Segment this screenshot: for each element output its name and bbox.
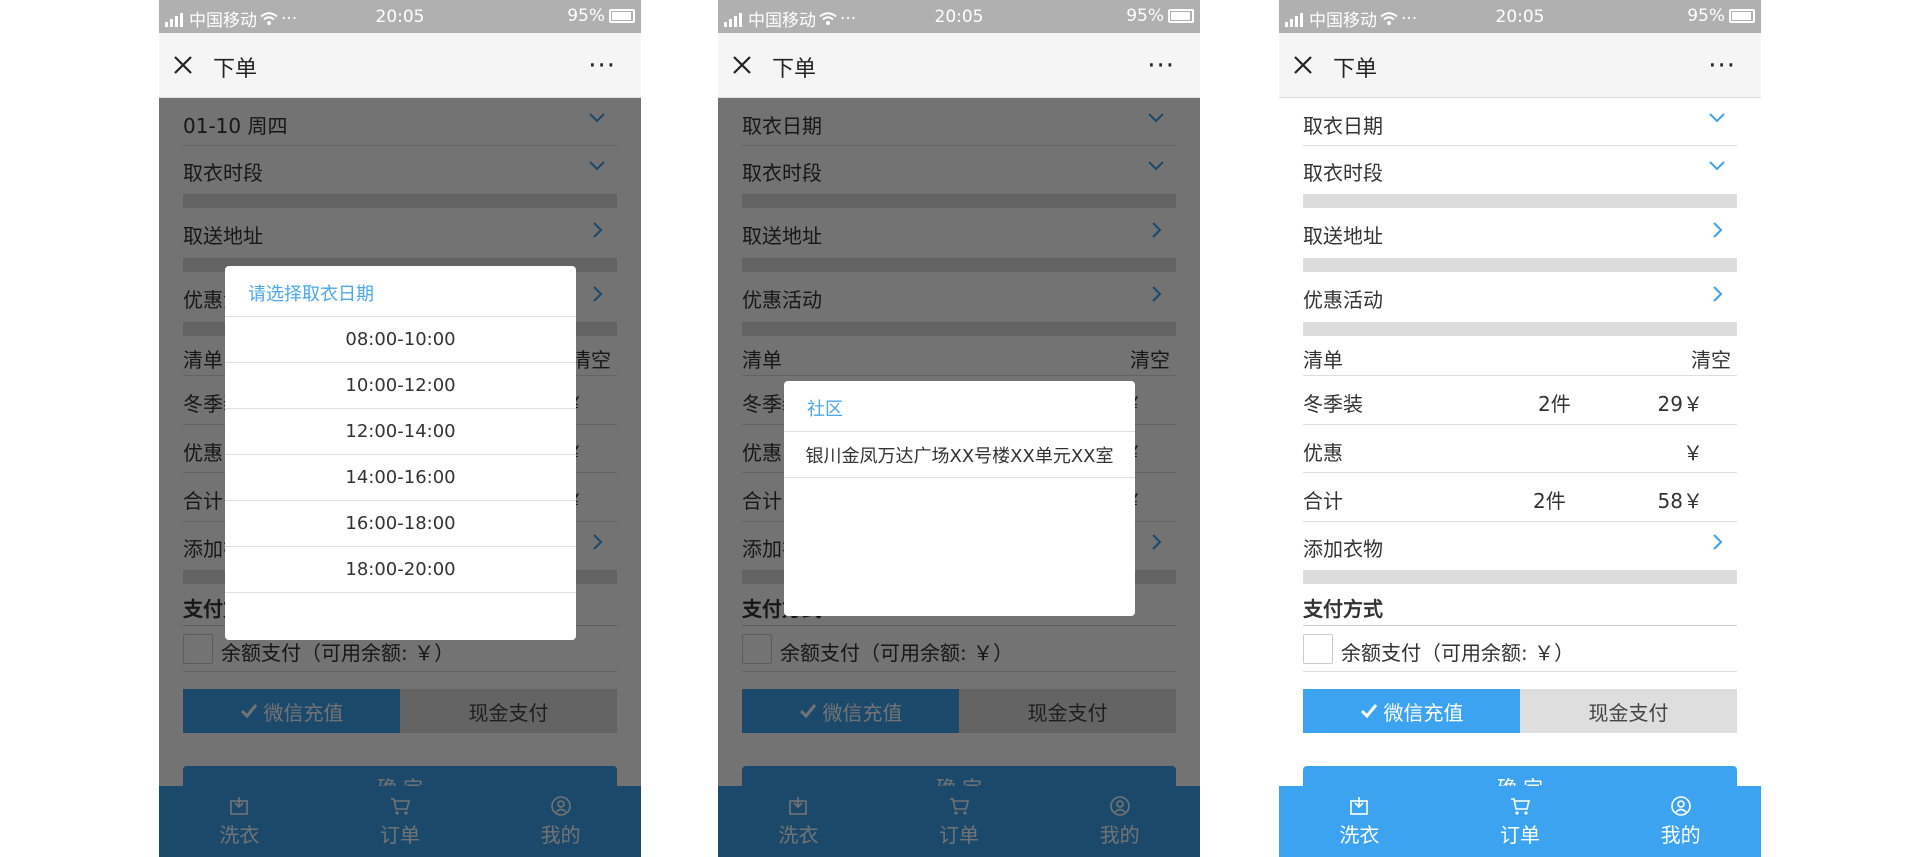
battery-icon xyxy=(609,9,635,23)
address-picker-modal: 社区 银川金凤万达广场XX号楼XX单元XX室 xyxy=(784,381,1135,616)
title-bar: 下单 ··· xyxy=(1279,33,1761,98)
battery-level: 95% xyxy=(567,6,605,26)
payment-method-toggle: 微信充值 现金支付 xyxy=(1303,689,1737,733)
address-option[interactable]: 银川金凤万达广场XX号楼XX单元XX室 xyxy=(784,432,1135,478)
modal-title: 社区 xyxy=(784,381,1135,432)
add-clothes-row[interactable]: 添加衣物 xyxy=(1303,522,1737,570)
bottom-tab-bar: 洗衣 订单 我的 xyxy=(1279,786,1761,857)
chevron-right-icon xyxy=(1713,222,1723,238)
wechat-pay-button[interactable]: 微信充值 xyxy=(1303,689,1520,733)
chevron-right-icon xyxy=(1713,286,1723,302)
page-title: 下单 xyxy=(772,57,817,82)
section-divider xyxy=(1303,570,1737,584)
promo-row[interactable]: 优惠活动 xyxy=(1303,272,1737,322)
status-bar: 中国移动 ··· 20:05 95% xyxy=(159,0,641,33)
time-slot-option[interactable]: 08:00-10:00 xyxy=(225,317,576,363)
pickup-time-label: 取衣时段 xyxy=(1303,161,1383,185)
clear-button[interactable]: 清空 xyxy=(1691,344,1731,373)
title-bar: 下单 ··· xyxy=(159,33,641,98)
battery-level: 95% xyxy=(1126,6,1164,26)
balance-pay-row[interactable]: 余额支付（可用余额: ￥） xyxy=(1303,626,1737,672)
time-slot-option[interactable]: 10:00-12:00 xyxy=(225,363,576,409)
close-icon[interactable] xyxy=(171,53,195,77)
item-name: 合计 xyxy=(1303,489,1343,513)
balance-pay-label: 余额支付（可用余额: ￥） xyxy=(1341,641,1575,665)
section-divider xyxy=(1303,322,1737,336)
more-menu-icon[interactable]: ··· xyxy=(1147,53,1175,79)
more-menu-icon[interactable]: ··· xyxy=(588,53,616,79)
item-price: 58￥ xyxy=(1657,489,1703,513)
cash-pay-label: 现金支付 xyxy=(1588,700,1669,725)
more-menu-icon[interactable]: ··· xyxy=(1708,53,1736,79)
chevron-down-icon xyxy=(1709,113,1725,123)
list-item: 合计 2件 58￥ xyxy=(1303,473,1737,522)
tab-profile[interactable]: 我的 xyxy=(1600,786,1761,857)
tab-label: 订单 xyxy=(1500,823,1540,847)
item-qty: 2件 xyxy=(1533,489,1566,513)
time-picker-modal: 请选择取衣日期 08:00-10:00 10:00-12:00 12:00-14:00… xyxy=(225,266,576,640)
tab-label: 我的 xyxy=(1660,823,1701,847)
pickup-date-row[interactable]: 取衣日期 xyxy=(1303,98,1737,146)
status-bar: 中国移动 ··· 20:05 95% xyxy=(1279,0,1761,33)
chevron-down-icon xyxy=(1709,161,1725,171)
item-qty: 2件 xyxy=(1538,392,1571,416)
time-slot-option[interactable]: 12:00-14:00 xyxy=(225,409,576,455)
item-price: ￥ xyxy=(1683,441,1703,465)
payment-title-row: 支付方式 xyxy=(1303,584,1737,626)
modal-title: 请选择取衣日期 xyxy=(225,266,576,317)
cash-pay-button[interactable]: 现金支付 xyxy=(1520,689,1737,733)
payment-title: 支付方式 xyxy=(1303,597,1383,621)
section-divider xyxy=(1303,258,1737,272)
phone-screen: 中国移动 ··· 20:05 95% 下单 ··· 取衣日期 取衣时段 xyxy=(718,0,1200,857)
cart-icon xyxy=(1511,798,1531,815)
phone-screen: 中国移动 ··· 20:05 95% 下单 ··· 取衣日期 取衣时段 xyxy=(1279,0,1761,857)
list-item: 优惠 ￥ xyxy=(1303,425,1737,473)
list-item: 冬季装 2件 29￥ xyxy=(1303,376,1737,425)
status-bar: 中国移动 ··· 20:05 95% xyxy=(718,0,1200,33)
page-title: 下单 xyxy=(213,57,258,82)
battery-icon xyxy=(1729,9,1755,23)
tab-wash[interactable]: 洗衣 xyxy=(1279,786,1440,857)
chevron-right-icon xyxy=(1713,534,1723,550)
balance-checkbox[interactable] xyxy=(1303,634,1333,664)
time-slot-option[interactable]: 14:00-16:00 xyxy=(225,455,576,501)
address-label: 取送地址 xyxy=(1303,224,1383,248)
section-divider xyxy=(1303,194,1737,208)
wash-icon xyxy=(1350,797,1369,815)
promo-label: 优惠活动 xyxy=(1303,288,1383,312)
check-icon xyxy=(1360,704,1377,719)
item-name: 冬季装 xyxy=(1303,392,1363,416)
item-price: 29￥ xyxy=(1657,392,1703,416)
add-clothes-label: 添加衣物 xyxy=(1303,537,1383,561)
item-name: 优惠 xyxy=(1303,441,1343,465)
list-header-label: 清单 xyxy=(1303,348,1343,372)
phone-screen: 中国移动 ··· 20:05 95% 下单 ··· 01-10 周四 取衣时段 xyxy=(159,0,641,857)
time-slot-option[interactable]: 16:00-18:00 xyxy=(225,501,576,547)
title-bar: 下单 ··· xyxy=(718,33,1200,98)
page-title: 下单 xyxy=(1333,57,1378,82)
tab-label: 洗衣 xyxy=(1339,823,1380,847)
close-icon[interactable] xyxy=(1291,53,1315,77)
address-row[interactable]: 取送地址 xyxy=(1303,208,1737,258)
pickup-date-label: 取衣日期 xyxy=(1303,114,1383,138)
time-slot-option[interactable]: 18:00-20:00 xyxy=(225,547,576,593)
tab-orders[interactable]: 订单 xyxy=(1440,786,1601,857)
pickup-time-row[interactable]: 取衣时段 xyxy=(1303,146,1737,194)
list-header-row: 清单 清空 xyxy=(1303,336,1737,376)
profile-icon xyxy=(1670,796,1691,816)
battery-icon xyxy=(1168,9,1194,23)
close-icon[interactable] xyxy=(730,53,754,77)
wechat-pay-label: 微信充值 xyxy=(1383,700,1464,725)
battery-level: 95% xyxy=(1687,6,1725,26)
